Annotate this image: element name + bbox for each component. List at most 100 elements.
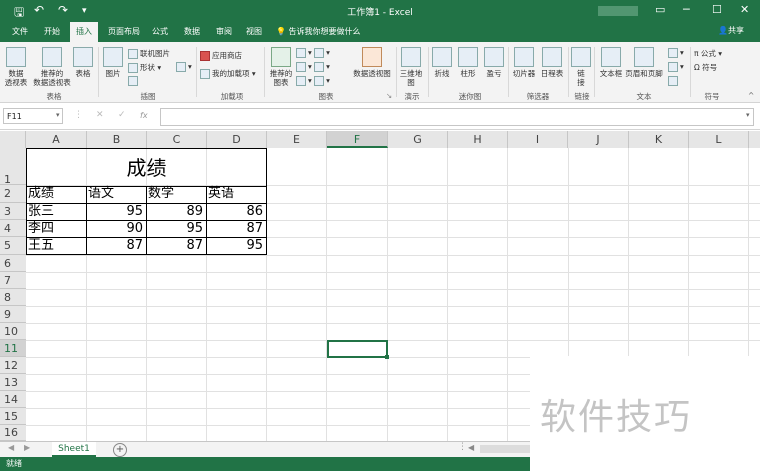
fill-handle[interactable] <box>385 355 389 359</box>
tab-split-handle[interactable]: ⋮ <box>458 442 467 452</box>
cell-B3[interactable]: 95 <box>86 203 146 221</box>
column-header-F[interactable]: F <box>327 131 388 148</box>
cell-A4[interactable]: 李四 <box>26 220 86 238</box>
row-header-9[interactable]: 9 <box>0 306 26 323</box>
insert-function-icon[interactable]: fx <box>140 111 148 120</box>
cell-D5[interactable]: 95 <box>206 237 266 255</box>
tab-file[interactable]: 文件 <box>12 26 28 37</box>
ribbon-display-options-icon[interactable]: ▭ <box>655 3 665 16</box>
share-button[interactable]: 👤共享 <box>718 25 744 36</box>
app-store-button[interactable]: 应用商店 <box>200 50 242 61</box>
cell-A1-title[interactable]: 成绩 <box>26 153 267 183</box>
pictures-button[interactable]: 图片 <box>102 47 124 78</box>
cell-C5[interactable]: 87 <box>146 237 206 255</box>
add-sheet-icon[interactable]: + <box>113 443 127 457</box>
tab-formulas[interactable]: 公式 <box>152 26 168 37</box>
column-header-G[interactable]: G <box>388 131 448 148</box>
cancel-icon[interactable]: ✕ <box>96 110 104 120</box>
sparkline-column-button[interactable]: 柱形 <box>456 47 480 78</box>
smartart-button[interactable] <box>128 76 140 86</box>
wordart-button[interactable]: ▾ <box>668 48 684 58</box>
column-header-B[interactable]: B <box>87 131 147 148</box>
tab-page-layout[interactable]: 页面布局 <box>108 26 140 37</box>
screenshot-button[interactable]: ▾ <box>176 62 192 72</box>
chart-types-row3[interactable]: ▾ ▾ <box>296 76 330 86</box>
my-addins-button[interactable]: 我的加载项 ▾ <box>200 68 256 79</box>
horizontal-scrollbar[interactable] <box>480 445 530 453</box>
scroll-left-icon[interactable]: ◀ <box>8 443 14 452</box>
name-box[interactable]: F11 <box>3 108 63 124</box>
column-header-D[interactable]: D <box>207 131 267 148</box>
cell-B2[interactable]: 语文 <box>86 185 146 203</box>
charts-dialog-launcher-icon[interactable]: ↘ <box>386 91 392 100</box>
cell-A5[interactable]: 王五 <box>26 237 86 255</box>
tell-me-box[interactable]: 💡 告诉我你想要做什么 <box>276 26 361 37</box>
symbol-button[interactable]: Ω 符号 <box>694 62 717 73</box>
row-header-14[interactable]: 14 <box>0 391 26 408</box>
row-header-1[interactable]: 1 <box>0 148 26 186</box>
row-header-2[interactable]: 2 <box>0 185 26 203</box>
cell-D3[interactable]: 86 <box>206 203 266 221</box>
column-header-I[interactable]: I <box>508 131 568 148</box>
cell-D4[interactable]: 87 <box>206 220 266 238</box>
row-header-12[interactable]: 12 <box>0 357 26 374</box>
sparkline-line-button[interactable]: 折线 <box>430 47 454 78</box>
minimize-button[interactable]: ─ <box>683 3 690 16</box>
sheet-tab-sheet1[interactable]: Sheet1 <box>52 442 96 457</box>
row-header-11[interactable]: 11 <box>0 340 26 357</box>
enter-icon[interactable]: ✓ <box>118 110 126 120</box>
cell-C4[interactable]: 95 <box>146 220 206 238</box>
row-header-15[interactable]: 15 <box>0 408 26 425</box>
active-cell-F11[interactable] <box>327 340 388 358</box>
column-header-A[interactable]: A <box>26 131 87 148</box>
textbox-button[interactable]: 文本框 <box>598 47 624 78</box>
cell-D2[interactable]: 英语 <box>206 185 266 203</box>
cell-B5[interactable]: 87 <box>86 237 146 255</box>
close-button[interactable]: ✕ <box>740 3 749 16</box>
header-footer-button[interactable]: 页眉和页脚 <box>624 47 664 78</box>
column-header-H[interactable]: H <box>448 131 508 148</box>
maximize-button[interactable]: ☐ <box>712 3 722 16</box>
tab-data[interactable]: 数据 <box>184 26 200 37</box>
cell-C3[interactable]: 89 <box>146 203 206 221</box>
cell-B4[interactable]: 90 <box>86 220 146 238</box>
cell-A2[interactable]: 成绩 <box>26 185 86 203</box>
scroll-right-icon[interactable]: ▶ <box>24 443 30 452</box>
column-header-L[interactable]: L <box>689 131 749 148</box>
row-header-8[interactable]: 8 <box>0 289 26 306</box>
object-button[interactable] <box>668 76 680 86</box>
recommended-charts-button[interactable]: 推荐的 图表 <box>266 47 296 87</box>
tab-view[interactable]: 视图 <box>246 26 262 37</box>
cell-A3[interactable]: 张三 <box>26 203 86 221</box>
row-header-13[interactable]: 13 <box>0 374 26 391</box>
row-header-5[interactable]: 5 <box>0 237 26 255</box>
slicer-button[interactable]: 切片器 <box>510 47 538 78</box>
recommended-pivot-button[interactable]: 推荐的 数据透视表 <box>32 47 72 87</box>
column-header-C[interactable]: C <box>147 131 207 148</box>
shapes-button[interactable]: 形状 ▾ <box>128 62 161 73</box>
sparkline-winloss-button[interactable]: 盈亏 <box>482 47 506 78</box>
link-button[interactable]: 链 接 <box>570 47 592 87</box>
row-header-6[interactable]: 6 <box>0 255 26 272</box>
column-header-J[interactable]: J <box>568 131 629 148</box>
column-header-K[interactable]: K <box>629 131 689 148</box>
online-pictures-button[interactable]: 联机图片 <box>128 48 170 59</box>
tab-home[interactable]: 开始 <box>44 26 60 37</box>
hscroll-left-icon[interactable]: ◀ <box>468 443 474 452</box>
formula-input[interactable] <box>160 108 754 126</box>
collapse-ribbon-icon[interactable]: ^ <box>748 91 754 100</box>
column-header-E[interactable]: E <box>267 131 327 148</box>
chart-types-group[interactable]: ▾ ▾ <box>296 48 330 58</box>
tab-review[interactable]: 审阅 <box>216 26 232 37</box>
row-header-16[interactable]: 16 <box>0 425 26 441</box>
row-header-7[interactable]: 7 <box>0 272 26 289</box>
chart-types-row2[interactable]: ▾ ▾ <box>296 62 330 72</box>
table-button[interactable]: 表格 <box>72 47 94 78</box>
tab-insert[interactable]: 插入 <box>70 22 98 42</box>
timeline-button[interactable]: 日程表 <box>538 47 566 78</box>
cell-C2[interactable]: 数学 <box>146 185 206 203</box>
3d-map-button[interactable]: 三维地 图 <box>398 47 424 87</box>
row-header-10[interactable]: 10 <box>0 323 26 340</box>
name-box-dropdown-icon[interactable]: ▾ <box>56 111 60 119</box>
signature-button[interactable]: ▾ <box>668 62 684 72</box>
